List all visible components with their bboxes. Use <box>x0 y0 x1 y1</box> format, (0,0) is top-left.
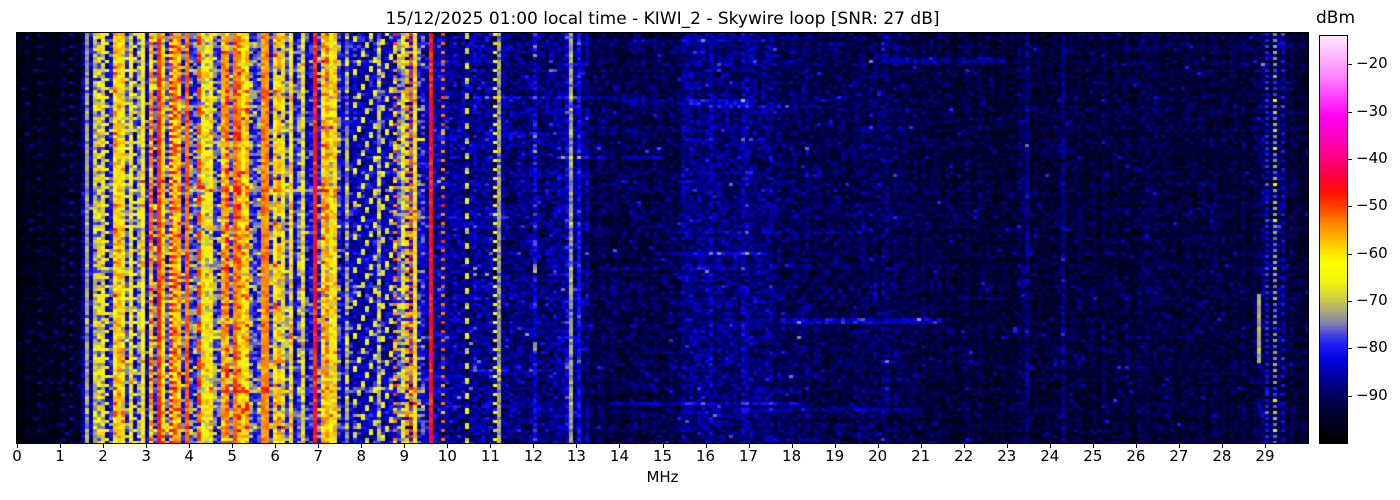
colorbar-tick-label: −20 <box>1356 54 1388 73</box>
colorbar-tick-mark <box>1348 301 1352 303</box>
x-tick-label: 19 <box>825 447 845 465</box>
colorbar-tick-mark <box>1348 206 1352 208</box>
x-tick-label: 7 <box>313 447 323 465</box>
colorbar-label: dBm <box>1316 8 1356 28</box>
x-tick-label: 4 <box>184 447 194 465</box>
x-tick-label: 25 <box>1083 447 1103 465</box>
x-tick-label: 12 <box>523 447 543 465</box>
x-tick-label: 9 <box>399 447 410 465</box>
x-tick-label: 2 <box>98 447 108 465</box>
x-tick-label: 18 <box>782 447 802 465</box>
x-axis-label: MHz <box>646 468 679 486</box>
colorbar-tick-label: −80 <box>1356 338 1388 357</box>
colorbar-tick-mark <box>1348 348 1352 350</box>
x-tick-label: 11 <box>480 447 500 465</box>
x-tick-label: 15 <box>652 447 673 465</box>
x-tick-label: 1 <box>55 447 65 465</box>
x-tick-label: 26 <box>1126 447 1146 465</box>
x-tick-label: 24 <box>1040 447 1060 465</box>
colorbar <box>1319 35 1348 444</box>
x-tick-label: 16 <box>695 447 716 465</box>
colorbar-tick-mark <box>1348 159 1352 161</box>
x-tick-label: 3 <box>141 447 151 465</box>
x-tick-label: 5 <box>227 447 237 465</box>
x-tick-label: 17 <box>739 447 759 465</box>
colorbar-tick-label: −30 <box>1356 101 1388 120</box>
colorbar-tick-mark <box>1348 111 1352 113</box>
colorbar-tick-label: −40 <box>1356 149 1388 168</box>
x-tick-label: 27 <box>1169 447 1189 465</box>
x-tick-label: 13 <box>566 447 586 465</box>
chart-title: 15/12/2025 01:00 local time - KIWI_2 - S… <box>385 9 940 29</box>
x-tick-label: 21 <box>911 447 931 465</box>
colorbar-tick-mark <box>1348 253 1352 255</box>
colorbar-tick-mark <box>1348 64 1352 66</box>
colorbar-tick-label: −60 <box>1356 243 1388 262</box>
x-tick-label: 20 <box>868 447 888 465</box>
x-tick-label: 29 <box>1255 447 1275 465</box>
colorbar-tick-mark <box>1348 395 1352 397</box>
waterfall-plot <box>16 32 1309 444</box>
colorbar-canvas <box>1320 36 1347 443</box>
x-tick-label: 22 <box>954 447 974 465</box>
colorbar-tick-label: −90 <box>1356 385 1388 404</box>
waterfall-canvas <box>17 33 1308 443</box>
x-tick-label: 10 <box>437 447 457 465</box>
x-tick-label: 23 <box>997 447 1017 465</box>
colorbar-tick-label: −70 <box>1356 291 1388 310</box>
x-tick-label: 8 <box>356 447 367 465</box>
x-tick-label: 28 <box>1212 447 1232 465</box>
x-tick-label: 14 <box>609 447 629 465</box>
spectrogram-figure: 15/12/2025 01:00 local time - KIWI_2 - S… <box>0 0 1400 500</box>
x-tick-label: 6 <box>270 447 280 465</box>
x-tick-label: 0 <box>12 447 22 465</box>
colorbar-tick-label: −50 <box>1356 196 1388 215</box>
